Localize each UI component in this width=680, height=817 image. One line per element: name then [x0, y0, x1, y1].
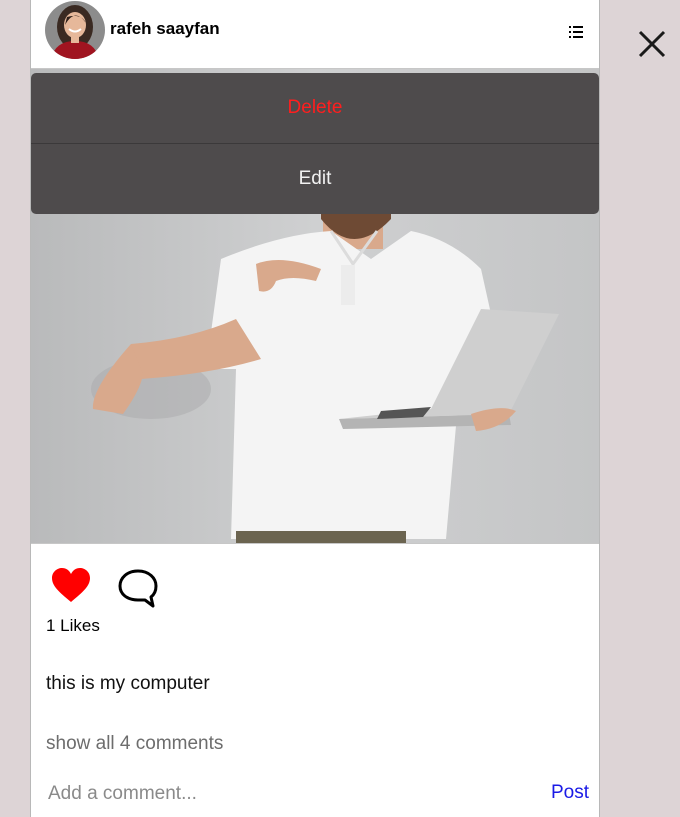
comment-input[interactable]	[46, 780, 528, 808]
username[interactable]: rafeh saayfan	[110, 19, 220, 39]
post-options-menu: Delete Edit	[31, 73, 599, 214]
like-button[interactable]	[51, 568, 91, 604]
edit-option[interactable]: Edit	[31, 144, 599, 214]
close-icon	[638, 30, 666, 58]
heart-icon	[52, 568, 90, 602]
show-comments-link[interactable]: show all 4 comments	[46, 733, 223, 755]
post-options-button[interactable]	[568, 24, 584, 40]
avatar[interactable]	[45, 1, 105, 59]
delete-option[interactable]: Delete	[31, 73, 599, 144]
post-actions: 1 Likes this is my computer show all 4 c…	[31, 543, 599, 817]
post-header: rafeh saayfan	[31, 0, 599, 69]
post-comment-button[interactable]: Post	[551, 782, 589, 804]
close-button[interactable]	[636, 28, 668, 60]
comment-button[interactable]	[117, 568, 159, 608]
likes-count: 1 Likes	[46, 616, 100, 635]
avatar-image	[45, 1, 105, 59]
speech-bubble-icon	[118, 569, 158, 608]
post-caption: this is my computer	[46, 673, 210, 694]
list-icon	[569, 26, 583, 38]
